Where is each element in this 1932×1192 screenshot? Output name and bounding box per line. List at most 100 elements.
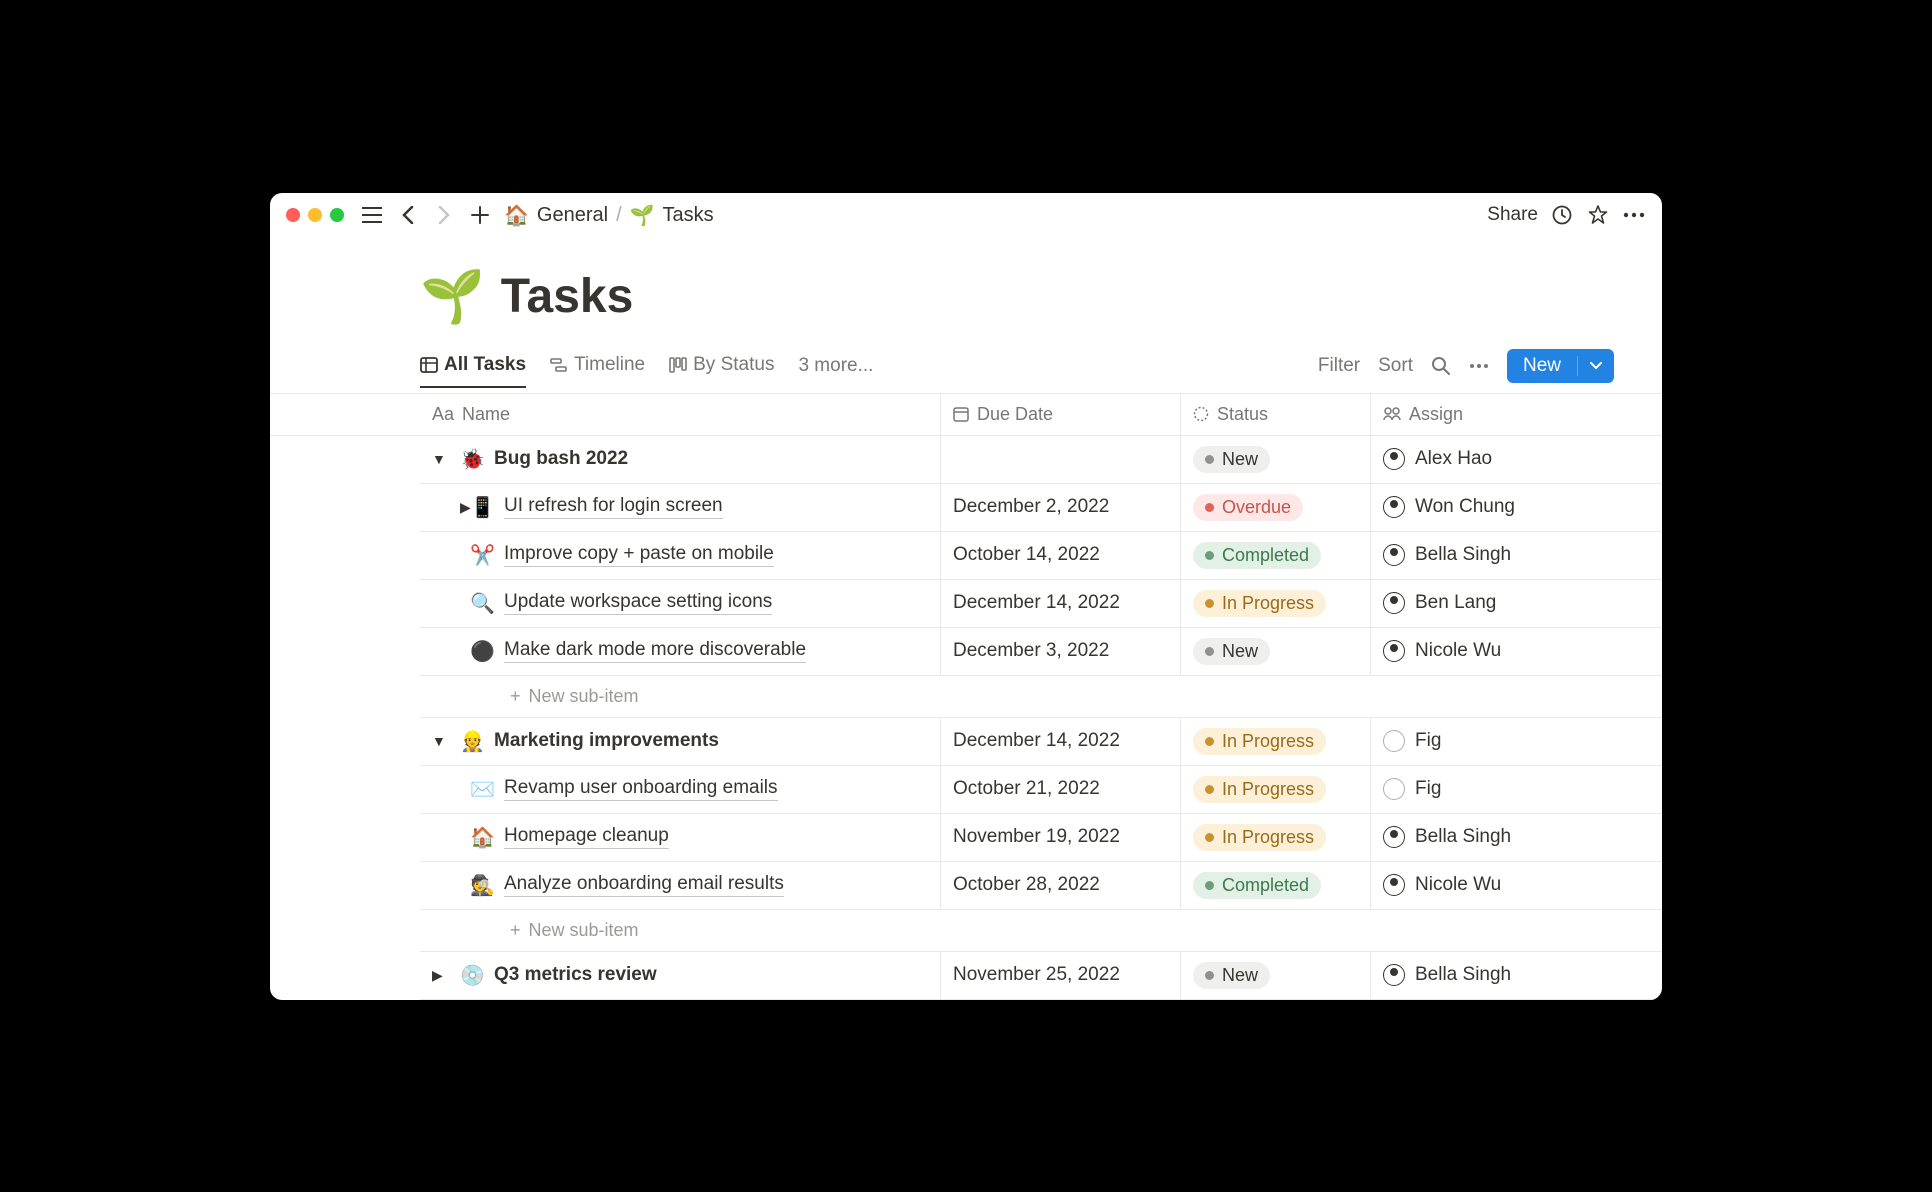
new-button-label[interactable]: New xyxy=(1507,349,1577,383)
tab-all-tasks[interactable]: All Tasks xyxy=(420,354,526,388)
status-cell[interactable]: In Progress xyxy=(1180,718,1370,765)
breadcrumb-current[interactable]: Tasks xyxy=(663,204,714,227)
row-emoji: 📱 xyxy=(470,495,494,520)
toggle-icon[interactable]: ▼ xyxy=(432,733,450,749)
status-cell[interactable]: Overdue xyxy=(1180,484,1370,531)
toggle-icon[interactable]: ▶ xyxy=(432,967,450,984)
favorite-icon[interactable] xyxy=(1586,203,1610,227)
filter-button[interactable]: Filter xyxy=(1318,355,1360,377)
due-date-cell[interactable]: November 25, 2022 xyxy=(940,952,1180,999)
row-title[interactable]: Marketing improvements xyxy=(494,730,719,753)
assign-cell[interactable]: Won Chung xyxy=(1370,484,1662,531)
column-due-date[interactable]: Due Date xyxy=(940,394,1180,435)
assign-cell[interactable]: Alex Hao xyxy=(1370,436,1662,483)
row-title[interactable]: Q3 metrics review xyxy=(494,964,657,987)
assign-cell[interactable]: Nicole Wu xyxy=(1370,862,1662,909)
row-title[interactable]: Revamp user onboarding emails xyxy=(504,777,778,801)
minimize-window-button[interactable] xyxy=(308,208,322,222)
row-title[interactable]: UI refresh for login screen xyxy=(504,495,723,519)
name-cell[interactable]: ▶✉️Revamp user onboarding emails xyxy=(420,766,940,813)
new-sub-item-button[interactable]: +New sub-item xyxy=(420,676,1662,718)
due-date-cell[interactable] xyxy=(940,436,1180,483)
name-cell[interactable]: ▶🕵️Analyze onboarding email results xyxy=(420,862,940,909)
avatar xyxy=(1383,874,1405,896)
name-cell[interactable]: ▶🏠Homepage cleanup xyxy=(420,814,940,861)
page-emoji[interactable]: 🌱 xyxy=(420,266,485,327)
assign-cell[interactable]: Ben Lang xyxy=(1370,580,1662,627)
toggle-icon[interactable]: ▶ xyxy=(432,499,460,516)
search-icon[interactable] xyxy=(1431,356,1451,376)
status-cell[interactable]: In Progress xyxy=(1180,814,1370,861)
toggle-icon[interactable]: ▼ xyxy=(432,451,450,467)
table-row[interactable]: ▼👷Marketing improvementsDecember 14, 202… xyxy=(420,718,1662,766)
name-cell[interactable]: ▶ 📱 UI refresh for login screen xyxy=(420,484,940,531)
status-cell[interactable]: Completed xyxy=(1180,532,1370,579)
status-cell[interactable]: New xyxy=(1180,952,1370,999)
updates-icon[interactable] xyxy=(1550,203,1574,227)
due-date-cell[interactable]: October 21, 2022 xyxy=(940,766,1180,813)
back-button[interactable] xyxy=(396,203,420,227)
new-sub-item-button[interactable]: +New sub-item xyxy=(420,910,1662,952)
status-cell[interactable]: In Progress xyxy=(1180,766,1370,813)
table-row[interactable]: ▶🕵️Analyze onboarding email resultsOctob… xyxy=(420,862,1662,910)
name-cell[interactable]: ▶💿Q3 metrics review xyxy=(420,952,940,999)
tab-timeline[interactable]: Timeline xyxy=(550,354,645,388)
due-date-cell[interactable]: December 14, 2022 xyxy=(940,718,1180,765)
breadcrumb-parent[interactable]: General xyxy=(537,204,608,227)
due-date-cell[interactable]: December 3, 2022 xyxy=(940,628,1180,675)
due-date-cell[interactable]: October 14, 2022 xyxy=(940,532,1180,579)
assign-cell[interactable]: Bella Singh xyxy=(1370,814,1662,861)
view-options-icon[interactable] xyxy=(1469,363,1489,369)
table-row[interactable]: ▶ 📱 UI refresh for login screen December 2,… xyxy=(420,484,1662,532)
due-date-cell[interactable]: December 2, 2022 xyxy=(940,484,1180,531)
assign-cell[interactable]: Nicole Wu xyxy=(1370,628,1662,675)
table-row[interactable]: ▶✂️Improve copy + paste on mobileOctober… xyxy=(420,532,1662,580)
name-cell[interactable]: ▼🐞Bug bash 2022 xyxy=(420,436,940,483)
status-label: Completed xyxy=(1222,545,1309,566)
assign-cell[interactable]: Bella Singh xyxy=(1370,532,1662,579)
forward-button[interactable] xyxy=(432,203,456,227)
assign-cell[interactable]: Bella Singh xyxy=(1370,952,1662,999)
share-button[interactable]: Share xyxy=(1487,204,1538,226)
name-cell[interactable]: ▶✂️Improve copy + paste on mobile xyxy=(420,532,940,579)
table-row[interactable]: ▶💿Q3 metrics reviewNovember 25, 2022NewB… xyxy=(420,952,1662,1000)
menu-icon[interactable] xyxy=(360,203,384,227)
due-date-cell[interactable]: October 28, 2022 xyxy=(940,862,1180,909)
close-window-button[interactable] xyxy=(286,208,300,222)
name-cell[interactable]: ▶⚫Make dark mode more discoverable xyxy=(420,628,940,675)
column-name[interactable]: Aa Name xyxy=(420,394,940,435)
table-row[interactable]: ▶⚫Make dark mode more discoverableDecemb… xyxy=(420,628,1662,676)
due-date-cell[interactable]: November 19, 2022 xyxy=(940,814,1180,861)
column-status[interactable]: Status xyxy=(1180,394,1370,435)
status-dot-icon xyxy=(1205,455,1214,464)
row-title[interactable]: Update workspace setting icons xyxy=(504,591,772,615)
table-row[interactable]: ▶✉️Revamp user onboarding emailsOctober … xyxy=(420,766,1662,814)
views-more[interactable]: 3 more... xyxy=(798,355,873,387)
status-cell[interactable]: New xyxy=(1180,436,1370,483)
table-row[interactable]: ▼🐞Bug bash 2022 NewAlex Hao xyxy=(420,436,1662,484)
row-title[interactable]: Homepage cleanup xyxy=(504,825,669,849)
column-assign[interactable]: Assign xyxy=(1370,394,1662,435)
row-title[interactable]: Analyze onboarding email results xyxy=(504,873,784,897)
assign-cell[interactable]: Fig xyxy=(1370,718,1662,765)
table-row[interactable]: ▶🏠Homepage cleanupNovember 19, 2022In Pr… xyxy=(420,814,1662,862)
maximize-window-button[interactable] xyxy=(330,208,344,222)
page-title[interactable]: Tasks xyxy=(501,269,634,324)
due-date-cell[interactable]: December 14, 2022 xyxy=(940,580,1180,627)
status-cell[interactable]: Completed xyxy=(1180,862,1370,909)
table-row[interactable]: ▶🔍Update workspace setting iconsDecember… xyxy=(420,580,1662,628)
row-title[interactable]: Bug bash 2022 xyxy=(494,448,628,471)
new-button-dropdown[interactable] xyxy=(1577,356,1614,376)
status-cell[interactable]: New xyxy=(1180,628,1370,675)
sort-button[interactable]: Sort xyxy=(1378,355,1413,377)
name-cell[interactable]: ▼👷Marketing improvements xyxy=(420,718,940,765)
name-cell[interactable]: ▶🔍Update workspace setting icons xyxy=(420,580,940,627)
status-cell[interactable]: In Progress xyxy=(1180,580,1370,627)
tab-by-status[interactable]: By Status xyxy=(669,354,774,388)
row-title[interactable]: Improve copy + paste on mobile xyxy=(504,543,774,567)
status-dot-icon xyxy=(1205,551,1214,560)
assign-cell[interactable]: Fig xyxy=(1370,766,1662,813)
row-title[interactable]: Make dark mode more discoverable xyxy=(504,639,806,663)
new-page-button[interactable] xyxy=(468,203,492,227)
more-icon[interactable] xyxy=(1622,203,1646,227)
